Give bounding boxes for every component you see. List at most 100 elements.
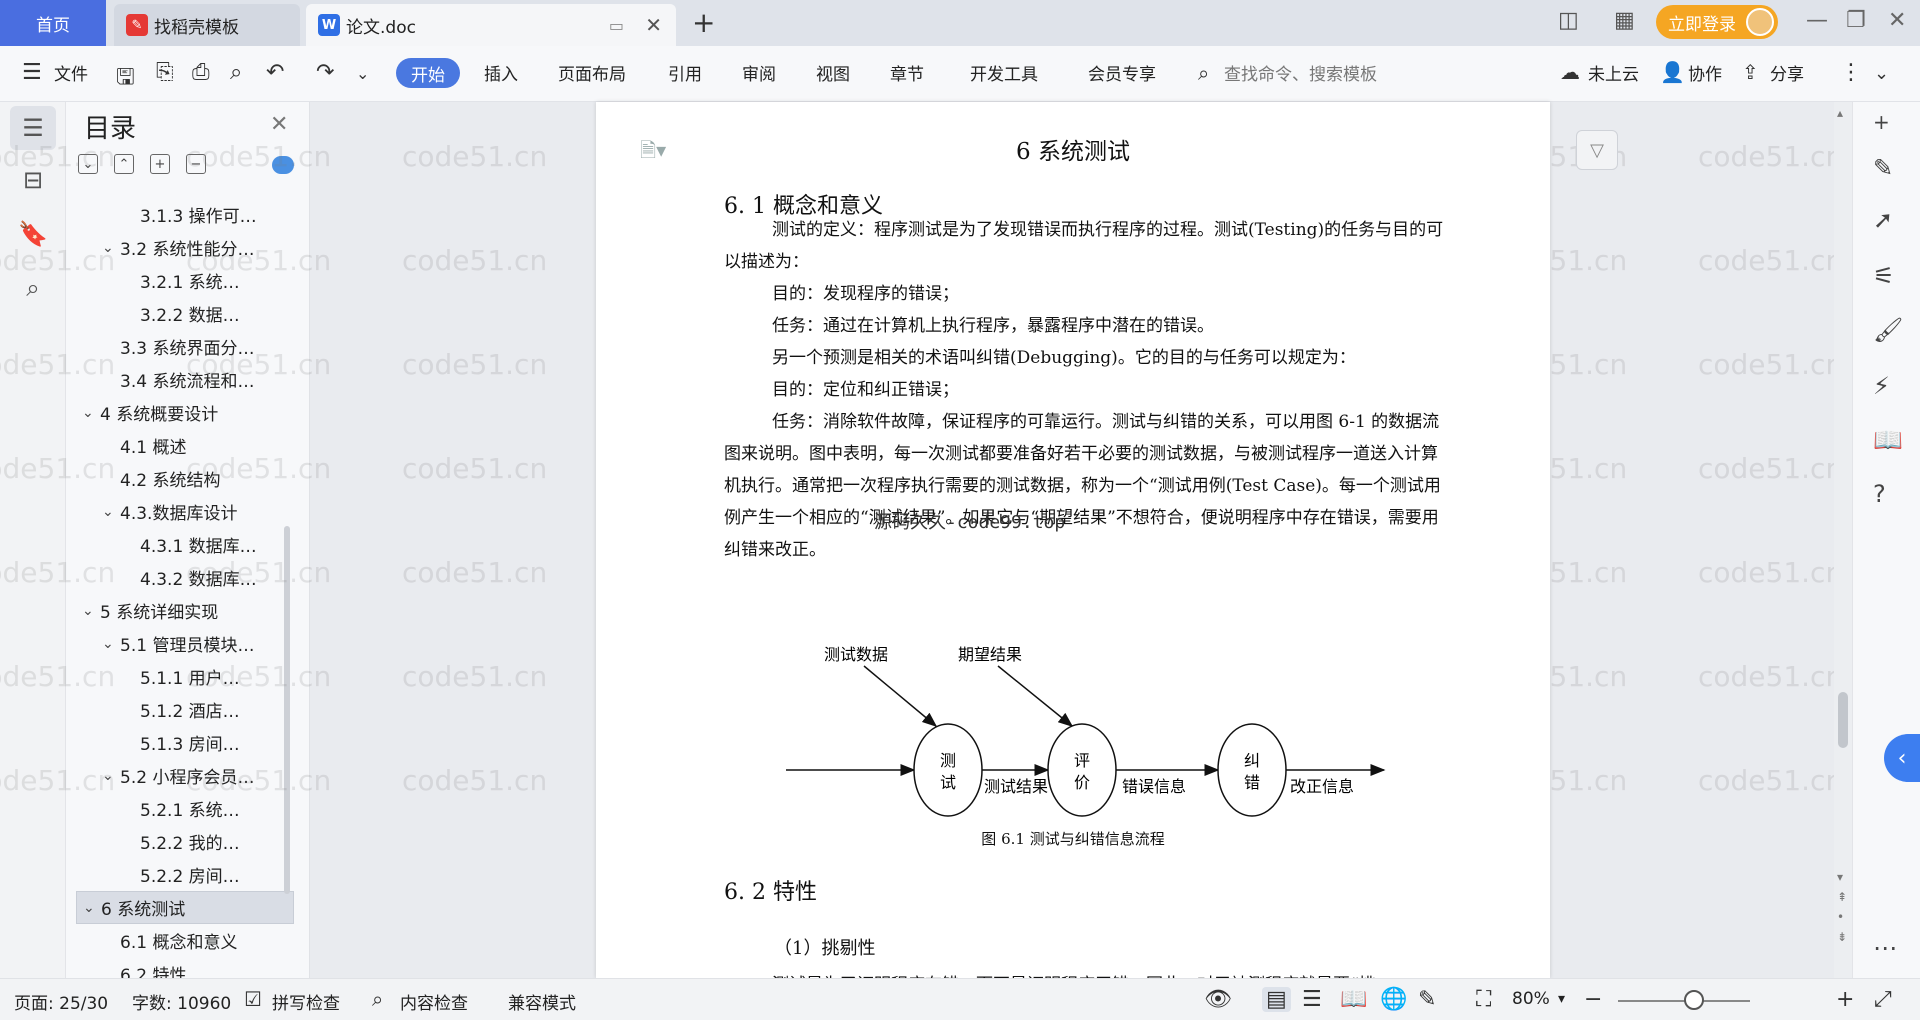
fullscreen-icon[interactable]: ⤢: [1874, 987, 1892, 1012]
flow-node-debug: [1217, 723, 1287, 817]
content-check-button[interactable]: 内容检查: [400, 989, 468, 1014]
layout-icon[interactable]: ◫: [1558, 8, 1579, 33]
avatar: [1746, 8, 1774, 36]
pen-icon[interactable]: ✎: [1873, 154, 1893, 182]
body-text-line: 测试是为了证明程序有错，而不是证明程序无错。因此，对于被测程序就是要“挑: [772, 970, 1376, 978]
paragraph: 测试的定义：程序测试是为了发现错误而执行程序的过程。测试(Testing)的任务…: [724, 220, 1444, 272]
wps-writer-icon: W: [318, 14, 340, 36]
eye-protection-icon[interactable]: 👁: [1204, 987, 1232, 1012]
outline-view-icon[interactable]: ☰: [1302, 987, 1322, 1012]
watermark-text: code51.cn: [1698, 452, 1843, 485]
flow-arrow: [863, 665, 938, 727]
filter-icon[interactable]: ▽: [1576, 130, 1618, 170]
watermark-text: code51.cn: [1698, 140, 1843, 173]
watermark-text: code51.cn: [1698, 556, 1843, 589]
ai-assistant-icon[interactable]: ⚡: [1873, 372, 1890, 400]
help-icon[interactable]: ?: [1873, 480, 1886, 508]
login-label: 立即登录: [1668, 14, 1736, 35]
flow-input-label-expected: 期望结果: [958, 646, 1022, 664]
tab-home[interactable]: 首页: [0, 0, 106, 46]
svg-text:测试数据: 测试数据: [824, 646, 888, 664]
paragraph: 目的：发现程序的错误；: [772, 284, 959, 304]
flow-node-evaluate-label: 评: [1074, 752, 1090, 770]
flow-arrow: [997, 665, 1074, 727]
watermark-text: code51.cn: [402, 556, 547, 589]
page-indicator[interactable]: 页面: 25/30: [14, 989, 108, 1014]
restore-icon[interactable]: ❐: [1846, 8, 1866, 33]
watermark-text: code51.cn: [0, 452, 115, 485]
vertical-scrollbar[interactable]: ▴ ▾ ⇞ • ⇟: [1834, 102, 1852, 978]
watermark-text: code51.cn: [0, 140, 115, 173]
daoke-icon: ✎: [126, 14, 148, 36]
svg-text:期望结果: 期望结果: [958, 646, 1022, 664]
zoom-in-icon[interactable]: +: [1836, 987, 1854, 1012]
login-button[interactable]: 立即登录: [1656, 5, 1778, 39]
more-icon[interactable]: ⋯: [1873, 934, 1897, 962]
reading-mode-icon[interactable]: 📖: [1873, 426, 1903, 454]
zoom-out-icon[interactable]: −: [1584, 987, 1602, 1012]
subheading: （1）挑剔性: [774, 938, 876, 959]
zoom-level[interactable]: 80%: [1512, 989, 1550, 1009]
flow-node-evaluate: [1047, 723, 1117, 817]
watermark-text: code51.cn: [402, 660, 547, 693]
scroll-down-icon[interactable]: ▾: [1837, 870, 1843, 884]
flow-diagram: 测试数据 期望结果 测 试 测试结果 评 价 错误信息 纠 错 改正信息: [786, 646, 1386, 817]
close-window-icon[interactable]: ✕: [1888, 8, 1906, 33]
select-cursor-icon[interactable]: ➚: [1873, 206, 1893, 234]
monitor-icon[interactable]: ▭: [609, 16, 624, 35]
edit-icon[interactable]: ✎: [1418, 987, 1436, 1012]
zoom-slider-knob[interactable]: [1684, 990, 1704, 1010]
svg-text:错: 错: [1244, 774, 1260, 792]
minimize-icon[interactable]: —: [1806, 8, 1828, 33]
page-view-icon[interactable]: ▤: [1262, 987, 1291, 1012]
apps-grid-icon[interactable]: ▦: [1614, 8, 1635, 33]
watermark-text: code51.cn: [402, 764, 547, 797]
document-page[interactable]: 🗎▾ 6 系统测试 6. 1 概念和意义 测试的定义：程序测试是为了发现错误而执…: [596, 102, 1550, 978]
flow-node-debug-label: 纠: [1244, 753, 1260, 770]
adjust-icon[interactable]: ⚟: [1873, 262, 1895, 290]
watermark-text: code51.cn: [186, 348, 331, 381]
watermark-text: code51.cn: [402, 452, 547, 485]
watermark-text: code51.cn: [1698, 348, 1843, 381]
svg-text:试: 试: [940, 774, 956, 792]
plus-icon[interactable]: +: [1873, 110, 1890, 134]
flow-node-test-label: 测: [940, 752, 956, 770]
spellcheck-button[interactable]: 拼写检查: [272, 989, 340, 1014]
tab-daoke-templates[interactable]: ✎ 找稻壳模板: [114, 4, 300, 46]
watermark-text: code51.cn: [0, 764, 115, 797]
web-view-icon[interactable]: 🌐: [1380, 987, 1407, 1012]
watermark-text: code51.cn: [186, 764, 331, 797]
watermark-text: code51.cn: [0, 660, 115, 693]
watermark-text: code51.cn: [0, 556, 115, 589]
new-tab-plus-icon[interactable]: +: [692, 6, 715, 39]
select-browse-icon[interactable]: •: [1837, 910, 1844, 924]
prev-page-icon[interactable]: ⇞: [1837, 890, 1847, 904]
watermark-text: code51.cn: [402, 140, 547, 173]
paragraph: 另一个预测是相关的术语叫纠错(Debugging)。它的目的与任务可以规定为：: [772, 348, 1356, 368]
scrollbar-thumb[interactable]: [1838, 692, 1848, 748]
right-tool-panel: + ✎ ➚ ⚟ 🖌 ⚡ 📖 ? ⋯: [1852, 102, 1920, 978]
tab-document[interactable]: W 论文.doc ▭ ✕: [306, 4, 676, 46]
watermark-text: code51.cn: [1698, 764, 1843, 797]
close-tab-icon[interactable]: ✕: [645, 13, 662, 37]
styles-icon[interactable]: 🖌: [1873, 316, 1903, 344]
next-page-icon[interactable]: ⇟: [1837, 930, 1847, 944]
word-count[interactable]: 字数: 10960: [132, 989, 231, 1014]
flow-edge-label: 改正信息: [1290, 778, 1354, 796]
spellcheck-icon: ☑: [244, 987, 262, 1011]
flow-node-test: [913, 723, 983, 817]
svg-text:价: 价: [1074, 775, 1090, 792]
scroll-up-icon[interactable]: ▴: [1837, 106, 1843, 120]
read-view-icon[interactable]: 📖: [1340, 987, 1367, 1012]
flow-edge-label: 测试结果: [984, 778, 1048, 796]
watermark-text: code51.cn: [0, 244, 115, 277]
watermark-text: code51.cn: [402, 244, 547, 277]
paragraph: 任务：通过在计算机上执行程序，暴露程序中潜在的错误。: [772, 316, 1214, 336]
compatibility-mode[interactable]: 兼容模式: [508, 989, 576, 1014]
zoom-dropdown-icon[interactable]: ▾: [1558, 991, 1565, 1007]
flow-edge-label: 错误信息: [1122, 778, 1186, 796]
flow-input-label-test-data: 测试数据: [824, 646, 888, 664]
fit-page-icon[interactable]: ⛶: [1476, 987, 1491, 1012]
body-text: 测试的定义：程序测试是为了发现错误而执行程序的过程。测试(Testing)的任务…: [724, 214, 1444, 566]
tab-label: 找稻壳模板: [154, 17, 239, 38]
